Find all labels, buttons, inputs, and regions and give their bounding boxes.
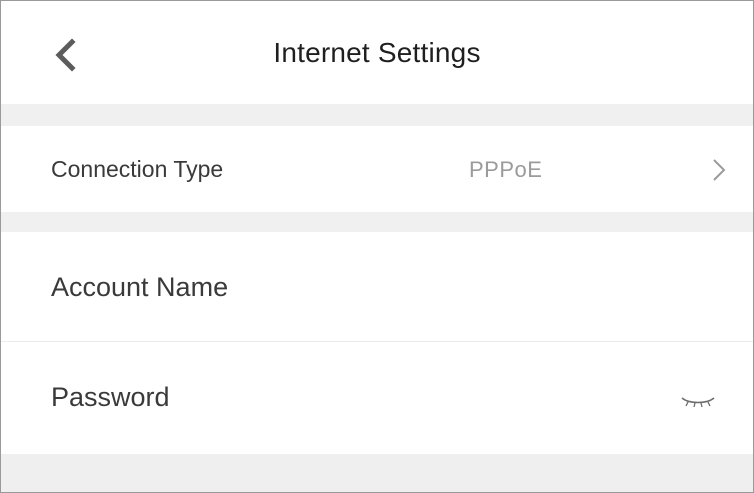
section-divider <box>1 104 753 126</box>
page-title: Internet Settings <box>273 37 481 68</box>
connection-type-label: Connection Type <box>51 156 224 182</box>
section-divider <box>1 212 753 232</box>
internet-settings-screen: Internet Settings Connection Type PPPoE … <box>0 0 754 493</box>
eye-closed-icon[interactable] <box>679 392 717 408</box>
account-name-row[interactable]: Account Name <box>1 232 753 342</box>
connection-type-row[interactable]: Connection Type PPPoE <box>1 126 753 212</box>
account-name-label: Account Name <box>51 272 229 302</box>
connection-type-value: PPPoE <box>469 157 543 182</box>
bottom-spacer <box>1 454 753 492</box>
chevron-right-icon <box>713 159 726 181</box>
password-row[interactable]: Password <box>1 342 753 454</box>
password-label: Password <box>51 382 170 412</box>
header-bar: Internet Settings <box>1 1 753 104</box>
